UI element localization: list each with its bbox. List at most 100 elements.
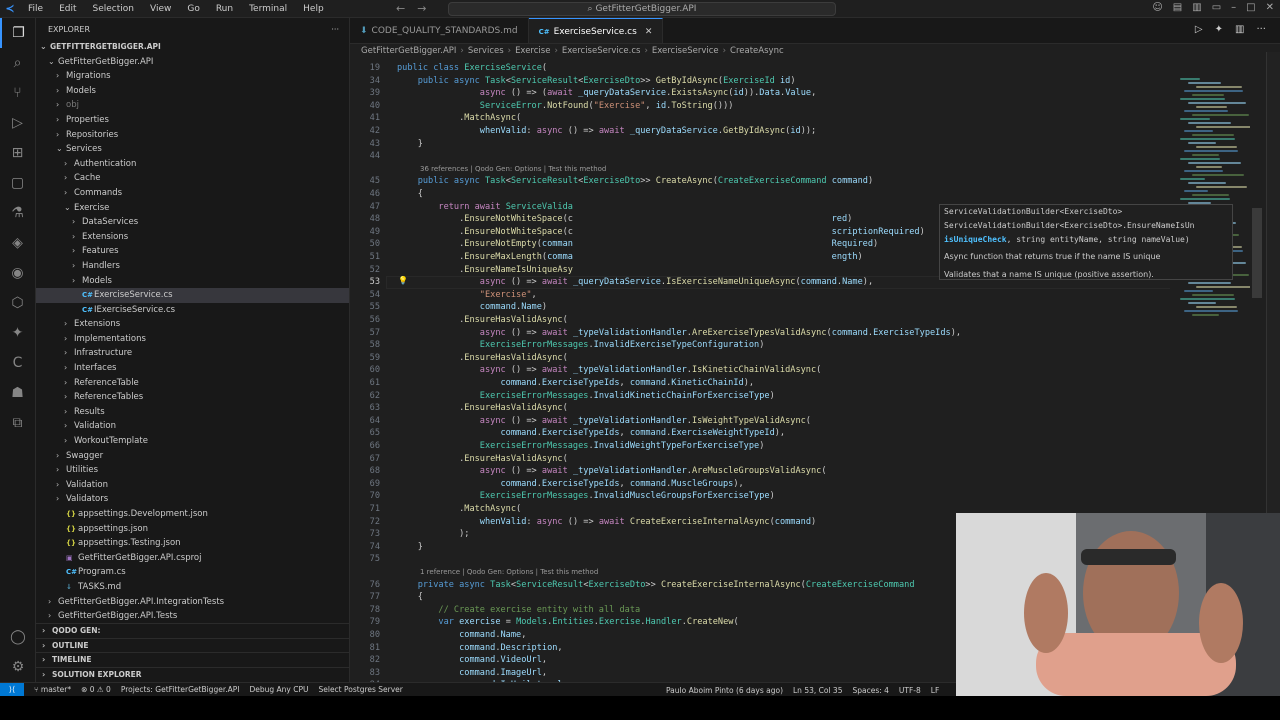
code-line[interactable]: .MatchAsync( — [397, 112, 521, 125]
tree-file[interactable]: ↓ TASKS.md — [36, 580, 349, 595]
tree-folder[interactable]: › Handlers — [36, 259, 349, 274]
code-line[interactable]: .EnsureHasValidAsync( — [397, 314, 568, 327]
breadcrumb-item[interactable]: ExerciseService — [652, 46, 719, 56]
explorer-icon[interactable]: ❐ — [0, 18, 35, 48]
code-line[interactable]: public class ExerciseService( — [397, 62, 547, 75]
run-icon[interactable]: ▷ — [1195, 24, 1203, 35]
code-line[interactable]: "Exercise", — [397, 289, 537, 302]
search-icon[interactable]: ⌕ — [0, 48, 35, 78]
code-line[interactable]: .EnsureHasValidAsync( — [397, 453, 568, 466]
tree-folder[interactable]: › Validators — [36, 492, 349, 507]
tree-file[interactable]: C#ExerciseService.cs — [36, 288, 349, 303]
tree-folder[interactable]: › GetFitterGetBigger.API.Tests — [36, 609, 349, 624]
tree-folder[interactable]: › GetFitterGetBigger.API.IntegrationTests — [36, 595, 349, 610]
robot-icon[interactable]: ☗ — [0, 378, 35, 408]
minimize-icon[interactable]: – — [1231, 2, 1236, 13]
tree-folder[interactable]: › Extensions — [36, 230, 349, 245]
code-line[interactable]: .EnsureNotWhiteSpace(c red) — [397, 213, 852, 226]
testing-icon[interactable]: ⚗ — [0, 198, 35, 228]
tree-folder[interactable]: › Swagger — [36, 449, 349, 464]
sidebar-section-header[interactable]: › TIMELINE — [36, 652, 349, 667]
tree-folder[interactable]: › Authentication — [36, 157, 349, 172]
scrollbar-thumb[interactable] — [1252, 208, 1262, 298]
code-line[interactable]: async () => await _queryDataService.IsEx… — [397, 276, 873, 289]
code-line[interactable]: ExerciseErrorMessages.InvalidExerciseTyp… — [397, 339, 765, 352]
code-line[interactable]: ExerciseErrorMessages.InvalidKineticChai… — [397, 390, 775, 403]
back-arrow-icon[interactable]: ← — [396, 2, 405, 15]
account-icon[interactable]: ◯ — [0, 622, 36, 652]
code-line[interactable]: .MatchAsync( — [397, 503, 521, 516]
tree-file[interactable]: {} appsettings.Testing.json — [36, 536, 349, 551]
menu-item[interactable]: Terminal — [241, 4, 295, 14]
github-icon[interactable]: ◉ — [0, 258, 35, 288]
tree-file[interactable]: C#Program.cs — [36, 565, 349, 580]
tree-folder[interactable]: › ReferenceTables — [36, 390, 349, 405]
code-lens[interactable]: 36 references | Qodo Gen: Options | Test… — [420, 163, 606, 176]
git-blame-status[interactable]: Paulo Aboim Pinto (6 days ago) — [666, 686, 783, 695]
tree-folder[interactable]: ⌄ GetFitterGetBigger.API — [36, 55, 349, 70]
remote-explorer-icon[interactable]: ▢ — [0, 168, 35, 198]
code-line[interactable]: command.Name) — [397, 301, 547, 314]
codeium-icon[interactable]: C — [0, 348, 35, 378]
code-line[interactable]: command.ExerciseTypeIds, command.Exercis… — [397, 427, 785, 440]
tree-folder[interactable]: › Models — [36, 274, 349, 289]
code-line[interactable]: ExerciseErrorMessages.InvalidWeightTypeF… — [397, 440, 765, 453]
tree-folder[interactable]: › Models — [36, 84, 349, 99]
code-line[interactable]: command.Name, — [397, 629, 526, 642]
tree-folder[interactable]: › Repositories — [36, 128, 349, 143]
tab-exercise-service[interactable]: C# ExerciseService.cs ✕ — [528, 18, 664, 43]
copilot-edit-icon[interactable]: ✦ — [1215, 24, 1223, 35]
code-line[interactable]: .EnsureHasValidAsync( — [397, 402, 568, 415]
cursor-position-status[interactable]: Ln 53, Col 35 — [793, 686, 842, 695]
extensions-icon[interactable]: ⊞ — [0, 138, 35, 168]
code-line[interactable]: .EnsureNotEmpty(comman Required) — [397, 238, 878, 251]
code-line[interactable]: .EnsureMaxLength(comma ength) — [397, 251, 863, 264]
tree-folder[interactable]: › Validation — [36, 478, 349, 493]
tree-folder[interactable]: › Features — [36, 244, 349, 259]
project-status[interactable]: Projects: GetFitterGetBigger.API — [121, 685, 240, 694]
code-line[interactable]: async () => await _typeValidationHandler… — [397, 415, 811, 428]
copilot-icon[interactable]: ☺ — [1152, 2, 1162, 13]
code-line[interactable]: async () => (await _queryDataService.Exi… — [397, 87, 816, 100]
sidebar-section-header[interactable]: › OUTLINE — [36, 637, 349, 653]
copilot-chat-icon[interactable]: ✦ — [0, 318, 35, 348]
tree-folder[interactable]: › Validation — [36, 419, 349, 434]
code-line[interactable]: whenValid: async () => await _queryDataS… — [397, 125, 816, 138]
sidebar-section-header[interactable]: › QODO GEN: — [36, 623, 349, 638]
code-line[interactable]: async () => await _typeValidationHandler… — [397, 364, 822, 377]
code-line[interactable]: command.ExerciseTypeIds, command.MuscleG… — [397, 478, 743, 491]
tree-folder[interactable]: › Infrastructure — [36, 346, 349, 361]
code-line[interactable]: } — [397, 138, 423, 151]
code-line[interactable]: command.ImageUrl, — [397, 667, 547, 680]
forward-arrow-icon[interactable]: → — [417, 2, 426, 15]
menu-item[interactable]: Edit — [51, 4, 84, 14]
code-line[interactable]: async () => await _typeValidationHandler… — [397, 327, 961, 340]
tree-folder[interactable]: › Migrations — [36, 69, 349, 84]
tree-folder[interactable]: › DataServices — [36, 215, 349, 230]
split-editor-icon[interactable]: ▥ — [1235, 24, 1244, 35]
timeline-icon[interactable]: ⧉ — [0, 408, 35, 438]
remote-indicator-icon[interactable]: ⟩⟨ — [0, 682, 24, 697]
code-line[interactable]: async () => await _typeValidationHandler… — [397, 465, 827, 478]
command-center-search[interactable]: ⌕ GetFitterGetBigger.API — [448, 2, 836, 16]
code-line[interactable]: } — [397, 541, 423, 554]
tree-folder[interactable]: › Results — [36, 405, 349, 420]
code-line[interactable]: command.VideoUrl, — [397, 654, 547, 667]
breadcrumb-item[interactable]: Exercise — [515, 46, 550, 56]
close-window-icon[interactable]: ✕ — [1266, 2, 1274, 13]
menu-item[interactable]: Selection — [85, 4, 142, 14]
sidebar-toggle-icon[interactable]: ▥ — [1192, 2, 1201, 13]
code-line[interactable]: .EnsureNameIsUniqueAsy — [397, 264, 573, 277]
layout-icon[interactable]: ▤ — [1173, 2, 1182, 13]
code-line[interactable]: var exercise = Models.Entities.Exercise.… — [397, 616, 738, 629]
tree-folder[interactable]: › obj — [36, 98, 349, 113]
code-line[interactable]: ); — [397, 528, 469, 541]
tree-folder[interactable]: ⌄ Exercise — [36, 201, 349, 216]
run-debug-icon[interactable]: ▷ — [0, 108, 35, 138]
settings-gear-icon[interactable]: ⚙ — [0, 652, 36, 682]
tree-folder[interactable]: › Utilities — [36, 463, 349, 478]
breadcrumb-item[interactable]: ExerciseService.cs — [562, 46, 641, 56]
menu-item[interactable]: File — [20, 4, 51, 14]
tree-folder[interactable]: › Commands — [36, 186, 349, 201]
tree-file[interactable]: ▣ GetFitterGetBigger.API.csproj — [36, 551, 349, 566]
